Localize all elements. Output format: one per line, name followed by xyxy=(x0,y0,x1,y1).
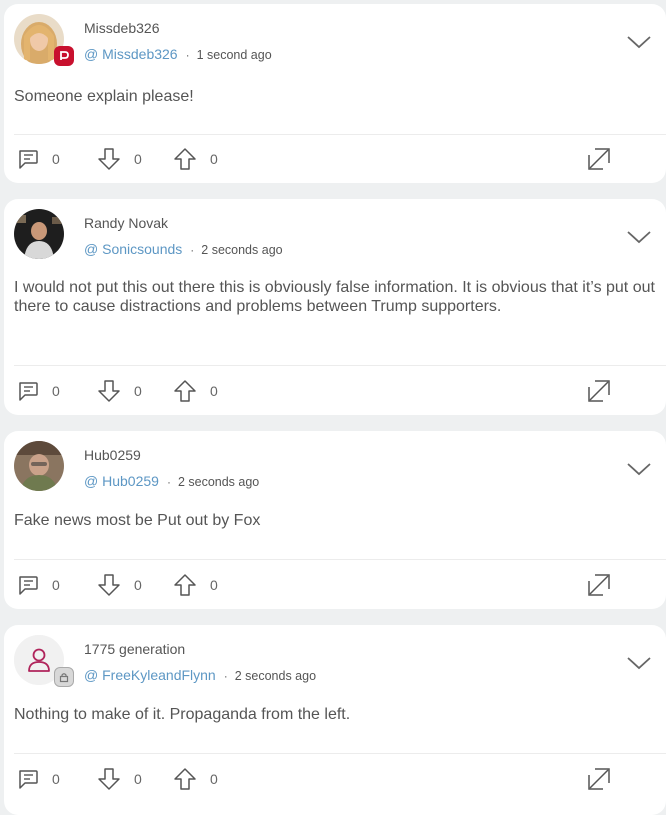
post-meta: @ FreeKyleandFlynn · 2 seconds ago xyxy=(84,667,316,683)
chevron-down-icon[interactable] xyxy=(626,461,652,477)
upvote-button[interactable]: 0 xyxy=(172,766,218,792)
post-handle[interactable]: @ FreeKyleandFlynn xyxy=(84,667,216,683)
divider xyxy=(14,365,666,366)
upvote-icon xyxy=(174,380,196,402)
downvote-icon xyxy=(98,574,120,596)
divider xyxy=(14,753,666,754)
downvote-count: 0 xyxy=(134,577,142,593)
comment-count: 0 xyxy=(52,383,60,399)
post-handle[interactable]: @ Missdeb326 xyxy=(84,46,178,62)
downvote-button[interactable]: 0 xyxy=(96,572,142,598)
post-meta: @ Hub0259 · 2 seconds ago xyxy=(84,473,259,489)
comment-count: 0 xyxy=(52,771,60,787)
comment-button[interactable]: 0 xyxy=(16,572,60,598)
comment-icon xyxy=(19,150,38,169)
divider xyxy=(14,134,666,135)
chevron-down-icon[interactable] xyxy=(626,34,652,50)
downvote-button[interactable]: 0 xyxy=(96,766,142,792)
upvote-count: 0 xyxy=(210,151,218,167)
comment-button[interactable]: 0 xyxy=(16,378,60,404)
downvote-button[interactable]: 0 xyxy=(96,146,142,172)
downvote-icon xyxy=(98,380,120,402)
comment-count: 0 xyxy=(52,151,60,167)
downvote-icon xyxy=(98,768,120,790)
lock-badge-icon xyxy=(54,667,74,687)
post-card: Hub0259 @ Hub0259 · 2 seconds ago Fake new… xyxy=(4,431,666,609)
avatar[interactable] xyxy=(14,441,64,491)
upvote-icon xyxy=(174,768,196,790)
upvote-count: 0 xyxy=(210,383,218,399)
post-text: Nothing to make of it. Propaganda from t… xyxy=(14,706,351,723)
expand-icon[interactable] xyxy=(586,766,612,792)
post-card: Missdeb326 @ Missdeb326 · 1 second ago Som… xyxy=(4,4,666,183)
post-timestamp: 2 seconds ago xyxy=(234,669,317,683)
upvote-button[interactable]: 0 xyxy=(172,378,218,404)
divider xyxy=(14,559,666,560)
post-card: Randy Novak @ Sonicsounds · 2 seconds ago … xyxy=(4,199,666,415)
post-username[interactable]: Randy Novak xyxy=(84,215,168,231)
post-meta: @ Missdeb326 · 1 second ago xyxy=(84,46,272,62)
comment-button[interactable]: 0 xyxy=(16,766,60,792)
post-actions: 0 0 0 xyxy=(16,378,666,404)
post-meta: @ Sonicsounds · 2 seconds ago xyxy=(84,241,283,257)
upvote-count: 0 xyxy=(210,577,218,593)
comment-button[interactable]: 0 xyxy=(16,146,60,172)
post-username[interactable]: Missdeb326 xyxy=(84,20,160,36)
avatar[interactable] xyxy=(14,209,64,259)
post-actions: 0 0 0 xyxy=(16,146,666,172)
upvote-button[interactable]: 0 xyxy=(172,572,218,598)
downvote-button[interactable]: 0 xyxy=(96,378,142,404)
post-timestamp: 1 second ago xyxy=(196,48,272,62)
post-timestamp: 2 seconds ago xyxy=(177,475,260,489)
post-username[interactable]: 1775 generation xyxy=(84,641,185,657)
post-username[interactable]: Hub0259 xyxy=(84,447,141,463)
upvote-icon xyxy=(174,148,196,170)
post-card: 1775 generation @ FreeKyleandFlynn · 2 sec… xyxy=(4,625,666,815)
comment-icon xyxy=(19,576,38,595)
post-handle[interactable]: @ Sonicsounds xyxy=(84,241,182,257)
expand-icon[interactable] xyxy=(586,146,612,172)
comment-icon xyxy=(19,382,38,401)
downvote-icon xyxy=(98,148,120,170)
comment-count: 0 xyxy=(52,577,60,593)
expand-icon[interactable] xyxy=(586,378,612,404)
downvote-count: 0 xyxy=(134,771,142,787)
expand-icon[interactable] xyxy=(586,572,612,598)
separator-dot: · xyxy=(223,669,228,683)
separator-dot: · xyxy=(190,243,195,257)
chevron-down-icon[interactable] xyxy=(626,229,652,245)
chevron-down-icon[interactable] xyxy=(626,655,652,671)
upvote-count: 0 xyxy=(210,771,218,787)
comment-icon xyxy=(19,770,38,789)
downvote-count: 0 xyxy=(134,151,142,167)
post-actions: 0 0 0 xyxy=(16,766,666,792)
post-handle[interactable]: @ Hub0259 xyxy=(84,473,159,489)
downvote-count: 0 xyxy=(134,383,142,399)
separator-dot: · xyxy=(166,475,171,489)
separator-dot: · xyxy=(185,48,190,62)
post-text: Someone explain please! xyxy=(14,88,194,105)
post-text: Fake news most be Put out by Fox xyxy=(14,512,261,529)
upvote-button[interactable]: 0 xyxy=(172,146,218,172)
verified-badge-icon xyxy=(54,46,74,66)
upvote-icon xyxy=(174,574,196,596)
post-actions: 0 0 0 xyxy=(16,572,666,598)
post-text: I would not put this out there this is o… xyxy=(14,279,655,315)
post-timestamp: 2 seconds ago xyxy=(201,243,283,257)
